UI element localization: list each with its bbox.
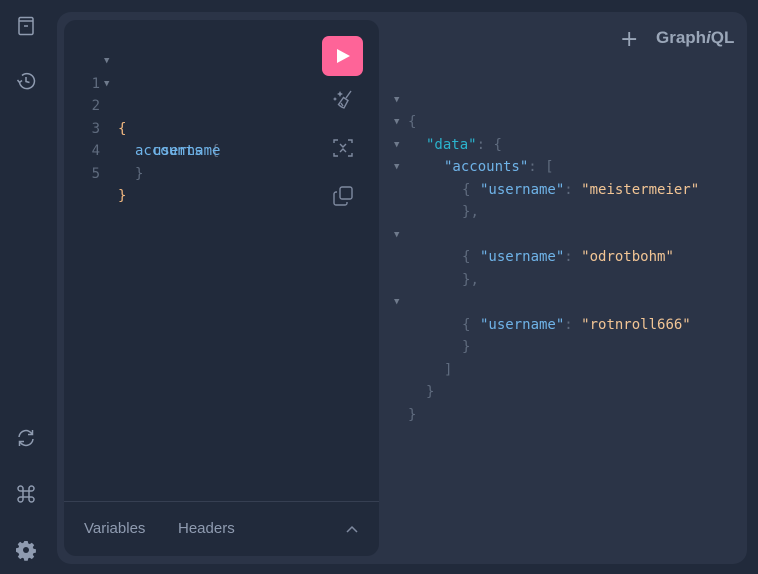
result-line: ▼ {	[392, 201, 470, 266]
sidebar	[0, 0, 52, 574]
fold-arrow-icon[interactable]: ▼	[104, 50, 109, 73]
result-line: ▼ "data": {	[392, 89, 502, 153]
play-icon	[336, 49, 350, 63]
username-value: "odrotbohm"	[581, 249, 674, 265]
refetch-schema-button[interactable]	[13, 425, 39, 451]
merge-fragments-button[interactable]	[322, 124, 363, 172]
tab-variables[interactable]: Variables	[84, 520, 145, 537]
merge-icon	[332, 139, 353, 157]
docs-explorer-button[interactable]	[13, 13, 39, 39]
run-query-button[interactable]	[322, 36, 363, 76]
result-line: },	[462, 271, 479, 288]
copy-query-button[interactable]	[322, 172, 363, 220]
result-line: ▼ {	[392, 269, 470, 333]
key-accounts: "accounts"	[444, 159, 529, 175]
result-line: }	[462, 339, 471, 355]
refresh-icon	[18, 429, 34, 447]
key-username: "username"	[480, 316, 565, 333]
result-line: ]	[444, 361, 453, 378]
history-button[interactable]	[13, 68, 39, 94]
code-line: 4 }	[64, 118, 314, 182]
command-key-icon	[17, 485, 35, 503]
query-code[interactable]: 1 ▼ { 2 ▼ accounts { 3 username 4 } 5 }	[64, 50, 314, 205]
add-tab-button[interactable]: +	[620, 27, 638, 52]
history-icon	[16, 72, 36, 90]
key-data: "data"	[426, 136, 477, 153]
prettify-button[interactable]	[322, 76, 363, 124]
close-brace: }	[118, 188, 127, 204]
gear-icon	[16, 541, 36, 561]
result-line: ▼ {	[392, 134, 470, 198]
tab-headers[interactable]: Headers	[178, 520, 235, 537]
chevron-up-icon[interactable]	[344, 521, 360, 537]
key-username: "username"	[480, 249, 565, 265]
result-line: "username": "meistermeier"	[480, 181, 700, 198]
result-line: "username": "odrotbohm"	[480, 249, 674, 265]
fold-arrow-icon[interactable]: ▼	[104, 73, 109, 96]
code-line: 1 ▼ {	[64, 50, 314, 137]
key-username: "username"	[480, 181, 565, 198]
close-brace: }	[135, 165, 144, 182]
line-number: 5	[91, 165, 100, 182]
code-line: 3 username	[64, 95, 314, 160]
code-line: 2 ▼ accounts {	[64, 73, 314, 160]
result-viewer[interactable]: ▼ { ▼ "data": { ▼ "accounts": [ ▼ { "use…	[392, 66, 700, 423]
copy-icon	[332, 186, 353, 206]
editor-toolbar	[322, 36, 363, 220]
result-line: "username": "rotnroll666"	[480, 316, 691, 333]
username-value: "meistermeier"	[581, 181, 700, 198]
editor-tools-divider	[64, 501, 379, 502]
result-line: }	[426, 384, 435, 400]
book-icon	[18, 16, 34, 36]
result-line: ▼ {	[392, 66, 426, 131]
magic-broom-icon	[332, 90, 352, 109]
result-line: },	[462, 204, 479, 220]
settings-button[interactable]	[13, 537, 39, 563]
result-line: ▼ "accounts": [	[392, 111, 554, 176]
username-value: "rotnroll666"	[581, 316, 691, 333]
code-line: 5 }	[64, 140, 314, 205]
graphiql-logo: GraphiQL	[656, 28, 735, 47]
shortcuts-button[interactable]	[13, 481, 39, 507]
result-line: }	[408, 406, 417, 423]
